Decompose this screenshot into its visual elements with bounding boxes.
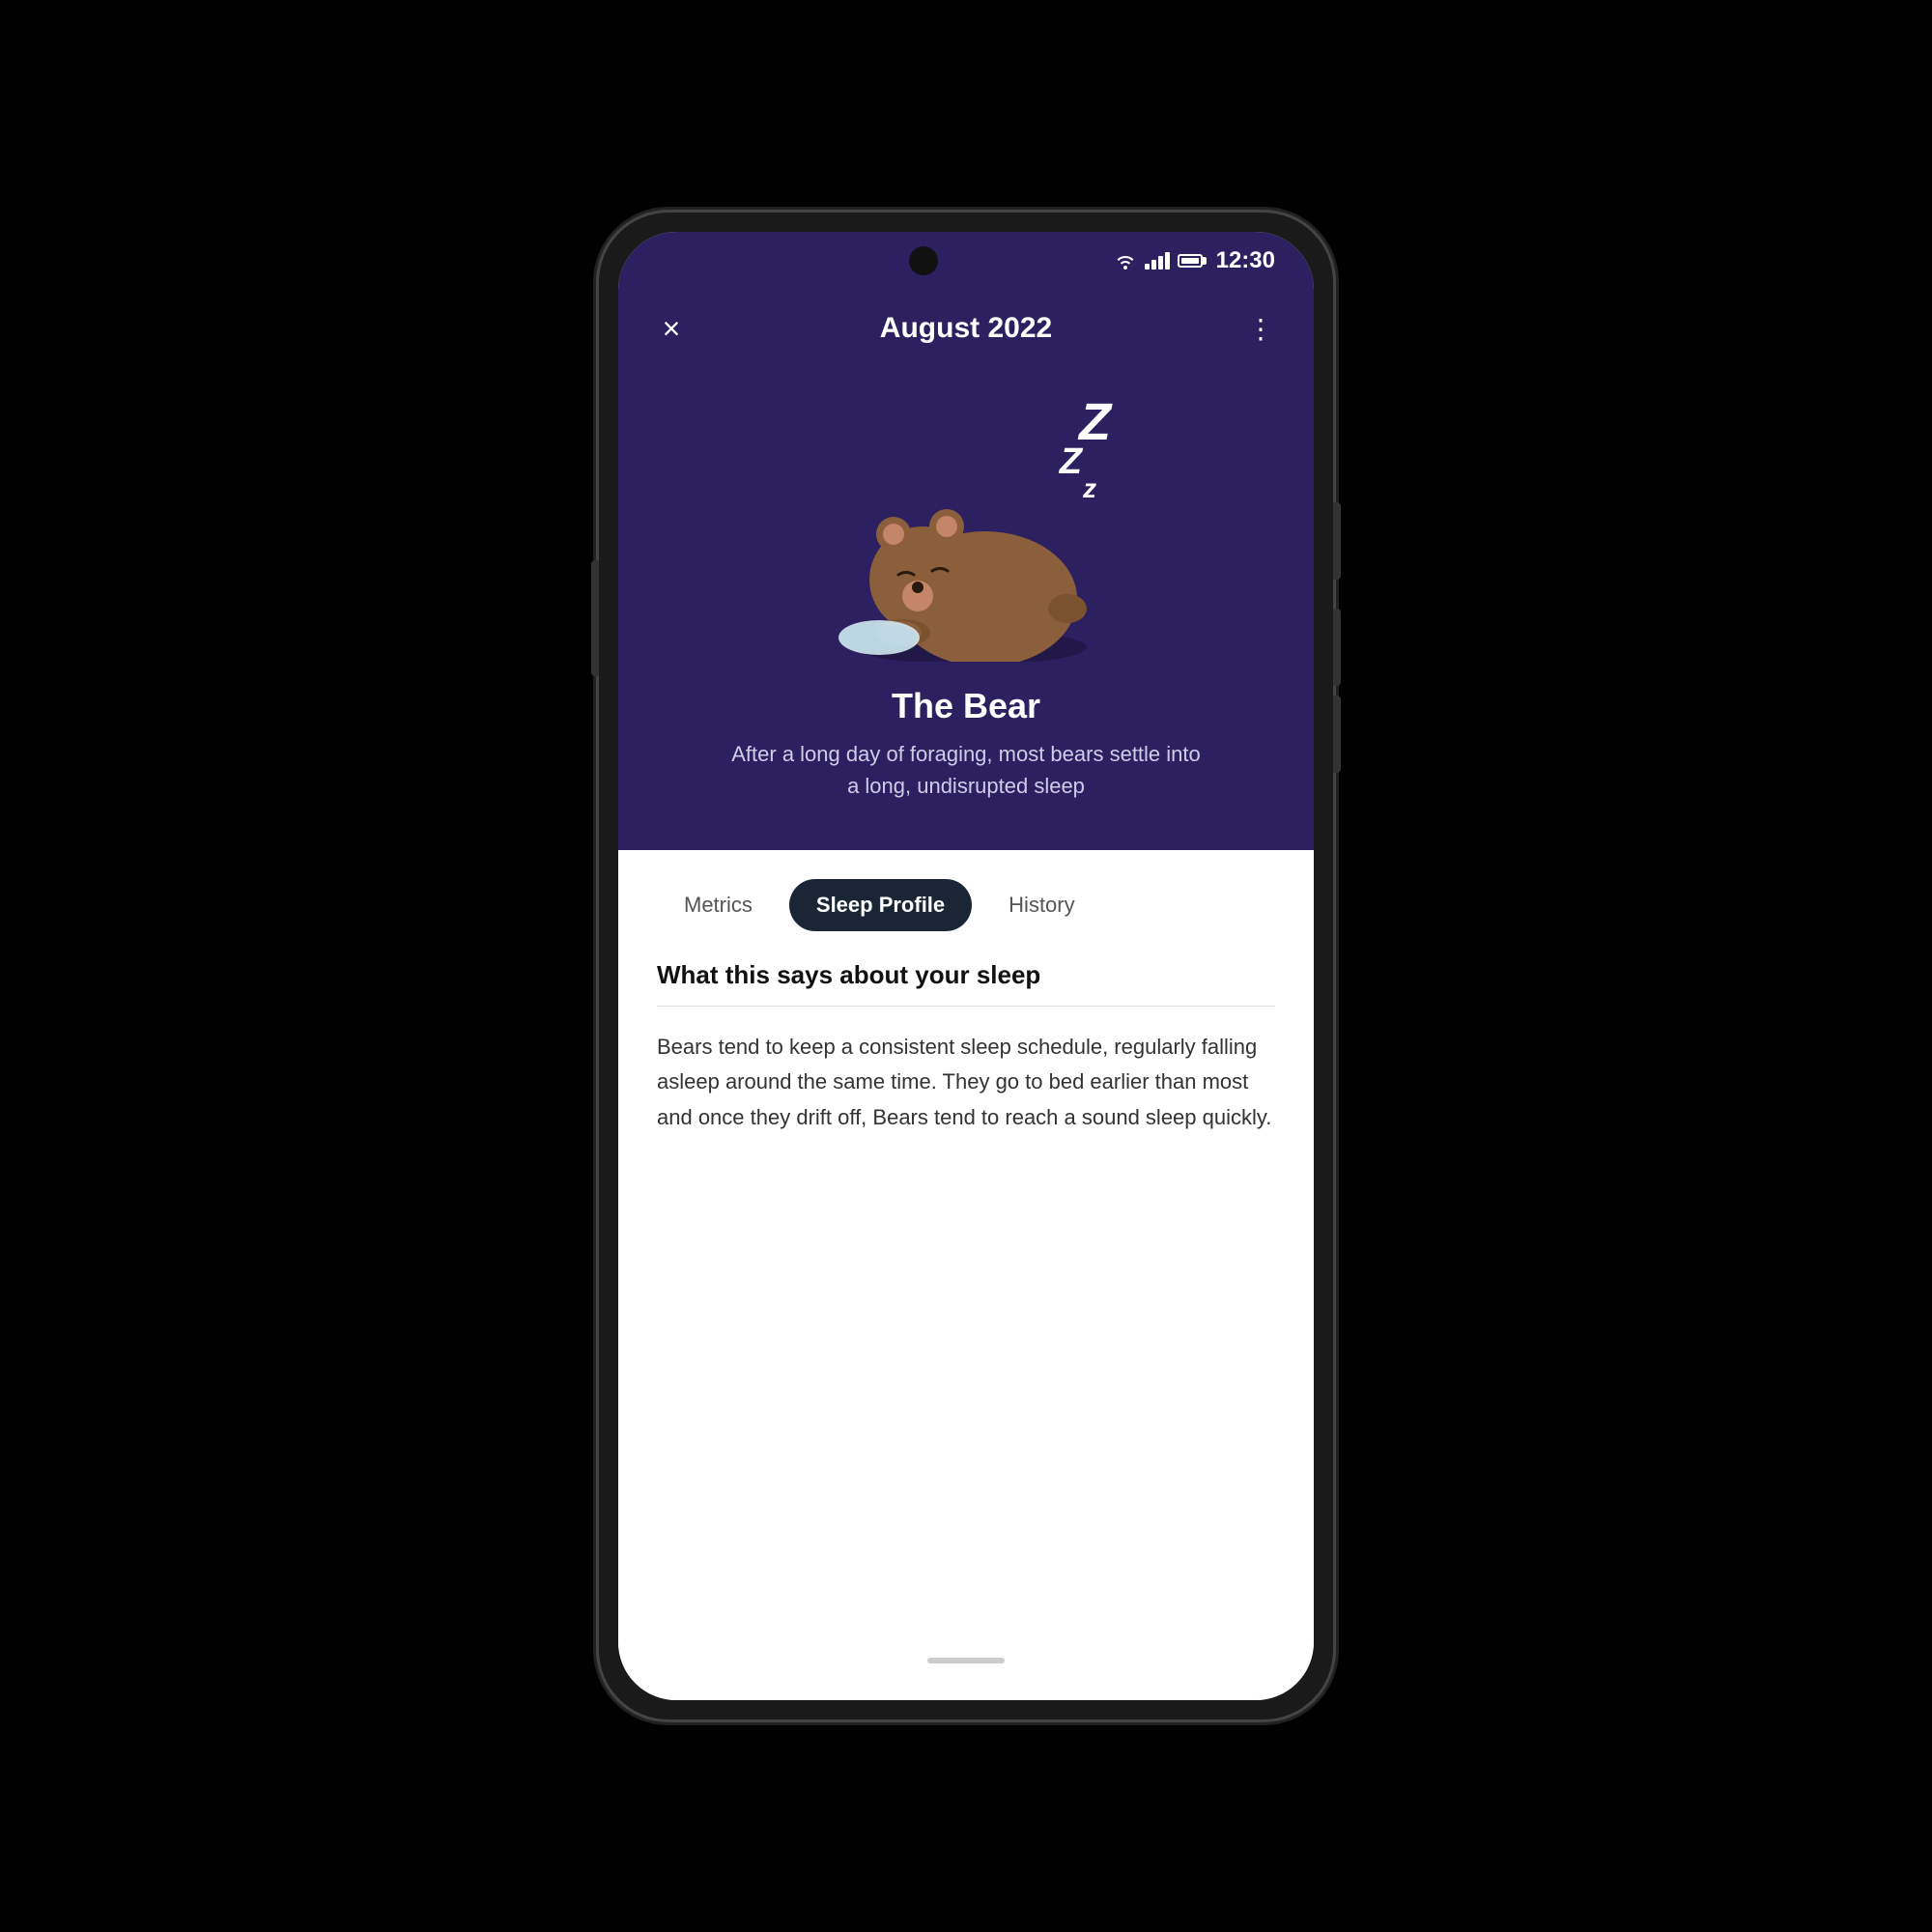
bear-illustration: Z Z z [802,396,1130,667]
bear-section: Z Z z [618,367,1314,850]
content-section-title: What this says about your sleep [657,960,1275,990]
bear-type-title: The Bear [892,686,1040,726]
status-time: 12:30 [1216,247,1275,274]
bear-type-description: After a long day of foraging, most bears… [724,738,1208,802]
tab-metrics[interactable]: Metrics [657,879,780,931]
bear-svg [821,430,1111,667]
handle-bar [927,1658,1005,1663]
status-icons [1114,252,1207,270]
content-body-text: Bears tend to keep a consistent sleep sc… [657,1030,1275,1135]
phone-frame: 12:30 × August 2022 ⋮ Z Z z [599,213,1333,1719]
tab-bar: Metrics Sleep Profile History [657,879,1275,931]
wifi-icon [1114,252,1137,270]
more-button[interactable]: ⋮ [1236,313,1285,345]
tab-sleep-profile[interactable]: Sleep Profile [789,879,972,931]
white-section: Metrics Sleep Profile History What this … [618,850,1314,1700]
top-bar: × August 2022 ⋮ [618,290,1314,367]
tab-history[interactable]: History [981,879,1101,931]
bottom-handle [657,1642,1275,1671]
section-divider [657,1006,1275,1007]
screen-title: August 2022 [696,312,1236,345]
status-bar: 12:30 [618,232,1314,290]
camera-notch [909,246,938,275]
phone-screen: 12:30 × August 2022 ⋮ Z Z z [618,232,1314,1700]
status-right: 12:30 [1114,247,1275,274]
signal-icon [1145,252,1170,270]
battery-icon [1178,254,1207,268]
close-button[interactable]: × [647,311,696,347]
